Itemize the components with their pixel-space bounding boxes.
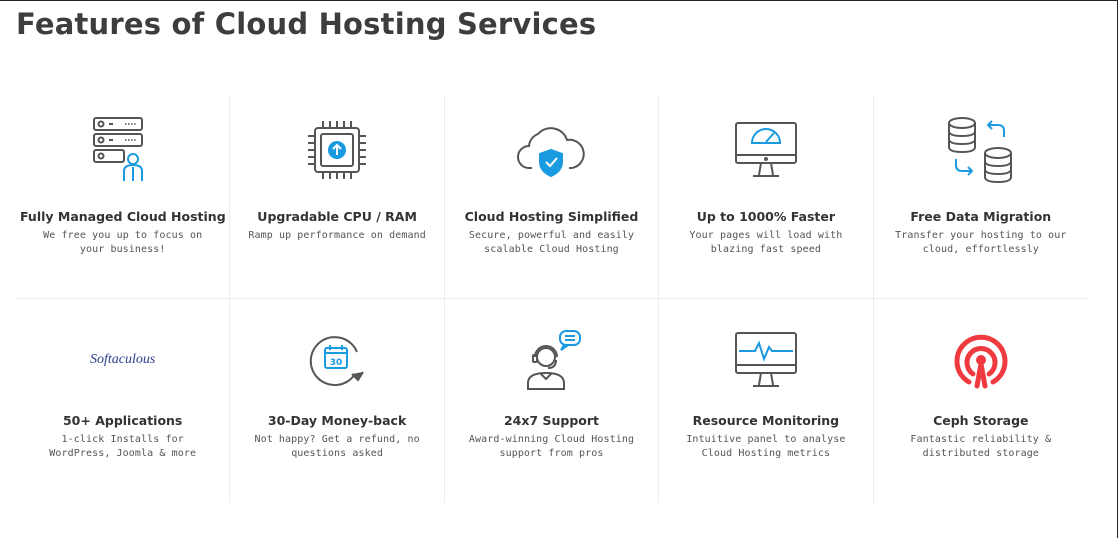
- feature-description: Award-winning Cloud Hosting support from…: [468, 434, 635, 459]
- feature-description: Fantastic reliability & distributed stor…: [910, 434, 1052, 459]
- feature-title: Cloud Hosting Simplified: [464, 209, 639, 224]
- feature-description: We free you up to focus on your business…: [43, 230, 203, 255]
- support-agent-icon: [445, 323, 658, 397]
- softaculous-logo-text: Softaculous: [90, 352, 156, 367]
- feature-title: 24x7 Support: [503, 413, 600, 428]
- database-migration-icon: [874, 113, 1088, 187]
- ceph-logo: [874, 323, 1088, 397]
- feature-card-moneyback: 30 30-Day Money-back Not happy? Get a re…: [230, 299, 445, 503]
- feature-title: 50+ Applications: [62, 413, 183, 428]
- feature-title: Ceph Storage: [933, 413, 1029, 428]
- feature-card-managed: Fully Managed Cloud Hosting We free you …: [16, 95, 231, 299]
- speed-monitor-icon: [659, 113, 872, 187]
- feature-description: Ramp up performance on demand: [248, 230, 426, 241]
- feature-card-simplified: Cloud Hosting Simplified Secure, powerfu…: [444, 95, 660, 299]
- feature-card-ceph: Ceph Storage Fantastic reliability & dis…: [874, 299, 1088, 503]
- feature-card-migration: Free Data Migration Transfer your hostin…: [873, 95, 1088, 299]
- feature-description: Secure, powerful and easily scalable Clo…: [468, 230, 635, 255]
- feature-title: Resource Monitoring: [692, 413, 840, 428]
- features-grid: Fully Managed Cloud Hosting We free you …: [16, 95, 1088, 503]
- feature-title: 30-Day Money-back: [267, 413, 407, 428]
- calendar-day-label: 30: [330, 358, 343, 368]
- feature-card-monitoring: Resource Monitoring Intuitive panel to a…: [659, 299, 874, 503]
- feature-title: Upgradable CPU / RAM: [257, 209, 417, 224]
- cloud-shield-icon: [445, 113, 658, 187]
- feature-description: Your pages will load with blazing fast s…: [689, 230, 843, 255]
- page-title: Features of Cloud Hosting Services: [16, 7, 597, 41]
- feature-title: Fully Managed Cloud Hosting: [20, 209, 226, 224]
- calendar-refresh-icon: 30: [230, 323, 443, 397]
- feature-description: Not happy? Get a refund, no questions as…: [254, 434, 420, 459]
- cpu-chip-icon: [230, 113, 443, 187]
- feature-card-faster: Up to 1000% Faster Your pages will load …: [659, 95, 874, 299]
- feature-card-applications: Softaculous 50+ Applications 1-click Ins…: [16, 299, 231, 503]
- monitor-pulse-icon: [659, 323, 872, 397]
- feature-description: Transfer your hosting to our cloud, effo…: [895, 230, 1067, 255]
- feature-description: Intuitive panel to analyse Cloud Hosting…: [686, 434, 846, 459]
- feature-title: Free Data Migration: [910, 209, 1052, 224]
- server-admin-icon: [16, 113, 229, 187]
- feature-card-support: 24x7 Support Award-winning Cloud Hosting…: [445, 299, 660, 503]
- feature-card-cpu: Upgradable CPU / RAM Ramp up performance…: [230, 95, 445, 299]
- softaculous-logo: Softaculous: [16, 323, 229, 397]
- feature-description: 1-click Installs for WordPress, Joomla &…: [49, 434, 197, 459]
- feature-title: Up to 1000% Faster: [696, 209, 836, 224]
